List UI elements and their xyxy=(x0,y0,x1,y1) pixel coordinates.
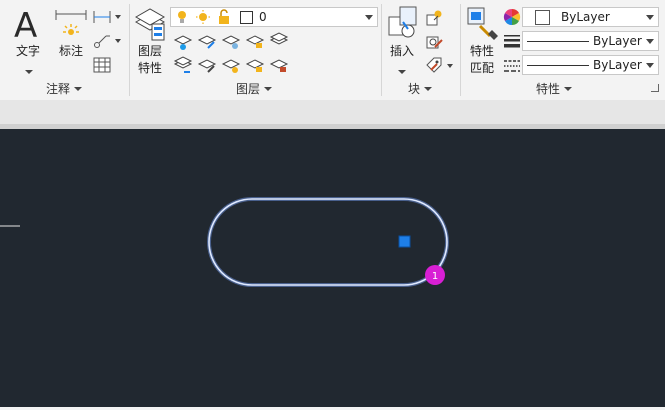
match-properties-label-2[interactable]: 匹配 xyxy=(467,61,497,76)
lineweight-value: ByLayer xyxy=(593,34,642,48)
layer-dropdown[interactable]: 0 xyxy=(170,7,378,27)
panel-divider xyxy=(460,4,461,96)
layers-panel-title[interactable]: 图层 xyxy=(236,80,273,97)
text-label[interactable]: 文字 xyxy=(14,44,42,59)
table-icon[interactable] xyxy=(93,57,111,73)
panel-divider xyxy=(129,4,130,96)
drawing-svg: 1 xyxy=(0,197,449,287)
lineweight-icon[interactable] xyxy=(503,32,521,50)
chevron-down-icon xyxy=(74,86,83,91)
chevron-down-icon xyxy=(646,15,654,20)
layer-tools-row-1[interactable] xyxy=(172,31,292,51)
color-dropdown[interactable]: ByLayer xyxy=(522,7,659,27)
line-sample xyxy=(527,64,589,66)
chevron-down-icon xyxy=(646,39,654,44)
insert-block-icon[interactable] xyxy=(386,5,420,41)
block-attributes-icon[interactable] xyxy=(425,56,455,74)
color-swatch xyxy=(535,9,550,25)
create-block-icon[interactable] xyxy=(425,9,445,27)
grip-point[interactable] xyxy=(398,235,411,248)
layer-tools-row-2[interactable] xyxy=(172,55,292,75)
linetype-dropdown[interactable]: ByLayer xyxy=(522,55,659,75)
chevron-down-icon xyxy=(424,86,433,91)
panel-launcher-icon[interactable] xyxy=(651,84,659,92)
edit-block-icon[interactable] xyxy=(425,33,445,51)
chevron-down-icon xyxy=(646,63,654,68)
block-panel-title[interactable]: 块 xyxy=(408,80,433,97)
chevron-down-icon xyxy=(365,15,373,20)
match-properties-icon[interactable] xyxy=(466,6,500,42)
text-dropdown-arrow[interactable] xyxy=(25,63,33,77)
layer-properties-label-1[interactable]: 图层 xyxy=(136,44,164,59)
dimension-label[interactable]: 标注 xyxy=(56,44,86,59)
layer-state-icons xyxy=(178,9,229,24)
layer-properties-icon[interactable] xyxy=(134,6,168,42)
color-wheel-icon[interactable] xyxy=(503,8,521,26)
block-panel-label: 块 xyxy=(408,82,421,96)
svg-text:A: A xyxy=(14,6,37,42)
layer-properties-label-2[interactable]: 特性 xyxy=(136,61,164,76)
color-value: ByLayer xyxy=(561,10,610,24)
chevron-down-icon xyxy=(264,86,273,91)
properties-panel-title[interactable]: 特性 xyxy=(536,80,573,97)
insert-label[interactable]: 插入 xyxy=(387,44,417,59)
annotation-panel-title[interactable]: 注释 xyxy=(46,80,83,97)
ribbon-bottom-strip xyxy=(0,100,665,125)
linetype-icon[interactable] xyxy=(503,57,521,75)
selection-glow xyxy=(207,197,449,287)
drawing-canvas[interactable]: 1 xyxy=(0,129,665,407)
leader-icon[interactable] xyxy=(93,33,121,49)
current-layer-name: 0 xyxy=(259,10,267,24)
properties-panel-label: 特性 xyxy=(536,82,561,96)
lineweight-dropdown[interactable]: ByLayer xyxy=(522,31,659,51)
linetype-value: ByLayer xyxy=(593,58,642,72)
linear-dimension-icon[interactable] xyxy=(93,9,121,25)
insert-dropdown-arrow[interactable] xyxy=(398,63,406,77)
chevron-down-icon xyxy=(564,86,573,91)
badge-number: 1 xyxy=(432,271,438,282)
layers-panel-label: 图层 xyxy=(236,82,261,96)
line-sample xyxy=(527,40,589,42)
annotation-panel-label: 注释 xyxy=(46,82,71,96)
text-icon[interactable]: A xyxy=(12,6,44,46)
match-properties-label-1[interactable]: 特性 xyxy=(467,44,497,59)
panel-divider xyxy=(381,4,382,96)
dimension-icon[interactable] xyxy=(54,6,88,42)
ribbon: A 文字 标注 注释 图层 特性 0 图层 插入 块 特性 匹配 ByLayer… xyxy=(0,0,665,100)
layer-color-swatch xyxy=(240,10,253,24)
polyline-slot-shape[interactable] xyxy=(208,198,448,286)
